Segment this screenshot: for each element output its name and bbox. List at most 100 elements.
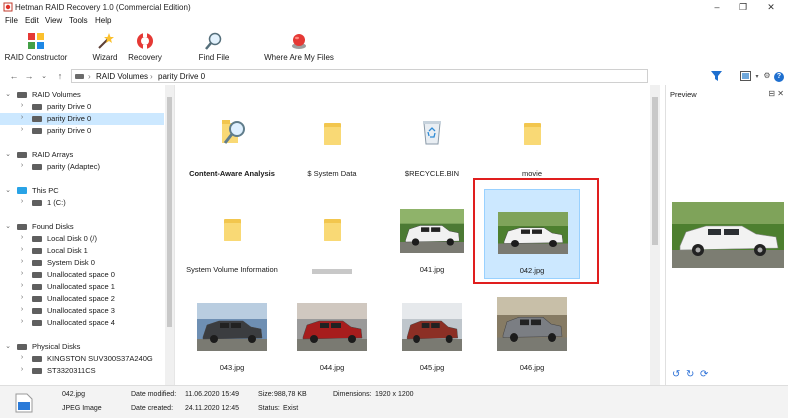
chevron-right-icon[interactable]: › bbox=[18, 246, 26, 253]
tree-item-label: parity Drive 0 bbox=[47, 126, 92, 135]
chevron-right-icon[interactable]: › bbox=[18, 282, 26, 289]
tree-item[interactable]: › System Disk 0 bbox=[0, 257, 164, 269]
file-item-system-volume-information[interactable]: System Volume Information bbox=[184, 189, 280, 279]
tree-scrollbar[interactable] bbox=[165, 85, 174, 385]
chevron-down-icon[interactable]: ⌄ bbox=[39, 72, 49, 80]
close-icon[interactable]: ✕ bbox=[777, 89, 784, 98]
close-icon[interactable]: ✕ bbox=[764, 1, 778, 13]
settings-gear-icon[interactable]: ⚙ bbox=[762, 71, 772, 80]
breadcrumb-raid-volumes[interactable]: RAID Volumes bbox=[96, 72, 148, 81]
tree-item[interactable]: › Local Disk 0 (/) bbox=[0, 233, 164, 245]
tree-item[interactable]: › Unallocated space 4 bbox=[0, 317, 164, 329]
expand-caret-icon[interactable]: ⌄ bbox=[4, 90, 12, 98]
tree-item[interactable]: › KINGSTON SUV300S37A240G bbox=[0, 353, 164, 365]
maximize-icon[interactable]: ❐ bbox=[736, 1, 750, 13]
tree-item[interactable]: › parity Drive 0 bbox=[0, 125, 164, 137]
chevron-right-icon[interactable]: › bbox=[18, 198, 26, 205]
tree-item-label: Unallocated space 4 bbox=[47, 318, 115, 327]
tree-item[interactable]: › 1 (C:) bbox=[0, 197, 164, 209]
raid-constructor-icon bbox=[28, 33, 44, 49]
expand-caret-icon[interactable]: ⌄ bbox=[4, 150, 12, 158]
minimize-icon[interactable]: – bbox=[710, 1, 724, 13]
menu-file[interactable]: File bbox=[5, 16, 18, 25]
file-item-label: 044.jpg bbox=[319, 363, 345, 372]
chevron-right-icon[interactable]: › bbox=[18, 366, 26, 373]
rotate-right-icon[interactable]: ↻ bbox=[686, 369, 694, 380]
file-item-043-jpg[interactable]: 043.jpg bbox=[184, 287, 280, 377]
find-file-button[interactable]: Find File bbox=[194, 28, 234, 66]
tree-item-label: Unallocated space 0 bbox=[47, 270, 115, 279]
menu-help[interactable]: Help bbox=[95, 16, 111, 25]
tree-item[interactable]: › ST3320311CS bbox=[0, 365, 164, 377]
tree-group[interactable]: ⌄ RAID Arrays bbox=[0, 149, 164, 161]
status-date-modified: 11.06.2020 15:49 bbox=[185, 391, 239, 398]
drive-icon bbox=[32, 248, 42, 254]
chevron-right-icon[interactable]: › bbox=[18, 162, 26, 169]
path-box[interactable]: › RAID Volumes › parity Drive 0 bbox=[71, 69, 648, 83]
tree-item[interactable]: › Unallocated space 1 bbox=[0, 281, 164, 293]
chevron-right-icon[interactable]: › bbox=[18, 306, 26, 313]
file-grid-scrollbar[interactable] bbox=[650, 85, 660, 385]
menu-tools[interactable]: Tools bbox=[69, 16, 88, 25]
refresh-icon[interactable]: ⟳ bbox=[700, 369, 708, 380]
tree-group[interactable]: ⌄ Physical Disks bbox=[0, 341, 164, 353]
tree-item-label: 1 (C:) bbox=[47, 198, 66, 207]
tree-item[interactable]: › parity Drive 0 bbox=[0, 101, 164, 113]
tree-item[interactable]: › Unallocated space 0 bbox=[0, 269, 164, 281]
chevron-right-icon[interactable]: › bbox=[18, 258, 26, 265]
back-arrow-icon[interactable]: ← bbox=[9, 71, 19, 81]
tree-item[interactable]: › Unallocated space 3 bbox=[0, 305, 164, 317]
filter-icon[interactable] bbox=[711, 71, 722, 81]
breadcrumb-parity-drive[interactable]: parity Drive 0 bbox=[158, 72, 205, 81]
expand-caret-icon[interactable]: ⌄ bbox=[4, 222, 12, 230]
chevron-right-icon[interactable]: › bbox=[18, 114, 26, 121]
recovery-button[interactable]: Recovery bbox=[126, 28, 164, 66]
chevron-right-icon[interactable]: › bbox=[18, 294, 26, 301]
tree-item[interactable]: › Unallocated space 2 bbox=[0, 293, 164, 305]
where-are-my-files-button[interactable]: Where Are My Files bbox=[264, 28, 334, 66]
computer-icon bbox=[17, 187, 27, 194]
tree-group[interactable]: ⌄ This PC bbox=[0, 185, 164, 197]
menu-view[interactable]: View bbox=[45, 16, 62, 25]
raid-constructor-button[interactable]: RAID Constructor bbox=[4, 28, 68, 66]
scrollbar-thumb[interactable] bbox=[652, 97, 658, 245]
tree-item[interactable]: › parity Drive 0 bbox=[0, 113, 164, 125]
wizard-icon bbox=[98, 33, 114, 49]
rotate-left-icon[interactable]: ↺ bbox=[672, 369, 680, 380]
tree-item[interactable]: › parity (Adaptec) bbox=[0, 161, 164, 173]
chevron-right-icon[interactable]: › bbox=[18, 354, 26, 361]
chevron-right-icon[interactable]: › bbox=[18, 102, 26, 109]
expand-caret-icon[interactable]: ⌄ bbox=[4, 342, 12, 350]
tree-group[interactable]: ⌄ Found Disks bbox=[0, 221, 164, 233]
file-item-044-jpg[interactable]: 044.jpg bbox=[284, 287, 380, 377]
file-item-recycle-bin[interactable]: $RECYCLE.BIN bbox=[384, 93, 480, 183]
menu-edit[interactable]: Edit bbox=[25, 16, 39, 25]
tree-item-label: Local Disk 0 (/) bbox=[47, 234, 98, 243]
view-mode-icon[interactable] bbox=[740, 71, 751, 81]
wizard-button[interactable]: Wizard bbox=[88, 28, 122, 66]
forward-arrow-icon[interactable]: → bbox=[24, 71, 34, 81]
chevron-down-icon[interactable]: ▾ bbox=[752, 73, 762, 80]
status-status: Exist bbox=[283, 405, 299, 412]
pin-icon[interactable]: ⊟ bbox=[768, 89, 775, 98]
file-item-content-aware-analysis[interactable]: Content-Aware Analysis bbox=[184, 93, 280, 183]
tree-group[interactable]: ⌄ RAID Volumes bbox=[0, 89, 164, 101]
chevron-right-icon[interactable]: › bbox=[18, 270, 26, 277]
help-icon[interactable]: ? bbox=[774, 72, 784, 82]
file-item-blurred[interactable] bbox=[284, 189, 380, 279]
up-arrow-icon[interactable]: ↑ bbox=[55, 71, 65, 81]
file-item-045-jpg[interactable]: 045.jpg bbox=[384, 287, 480, 377]
file-item-041-jpg[interactable]: 041.jpg bbox=[384, 189, 480, 279]
tree-item-label: parity Drive 0 bbox=[47, 114, 92, 123]
scrollbar-thumb[interactable] bbox=[167, 97, 172, 327]
file-item-movie[interactable]: movie bbox=[484, 93, 580, 183]
expand-caret-icon[interactable]: ⌄ bbox=[4, 186, 12, 194]
file-item-system-data[interactable]: $ System Data bbox=[284, 93, 380, 183]
chevron-right-icon[interactable]: › bbox=[18, 126, 26, 133]
chevron-right-icon[interactable]: › bbox=[18, 318, 26, 325]
tree-item[interactable]: › Local Disk 1 bbox=[0, 245, 164, 257]
chevron-right-icon[interactable]: › bbox=[18, 234, 26, 241]
file-item-046-jpg[interactable]: 046.jpg bbox=[484, 287, 580, 377]
recovery-lifebuoy-icon bbox=[137, 33, 153, 49]
status-bar: 042.jpg JPEG Image Date modified: 11.06.… bbox=[0, 385, 788, 418]
